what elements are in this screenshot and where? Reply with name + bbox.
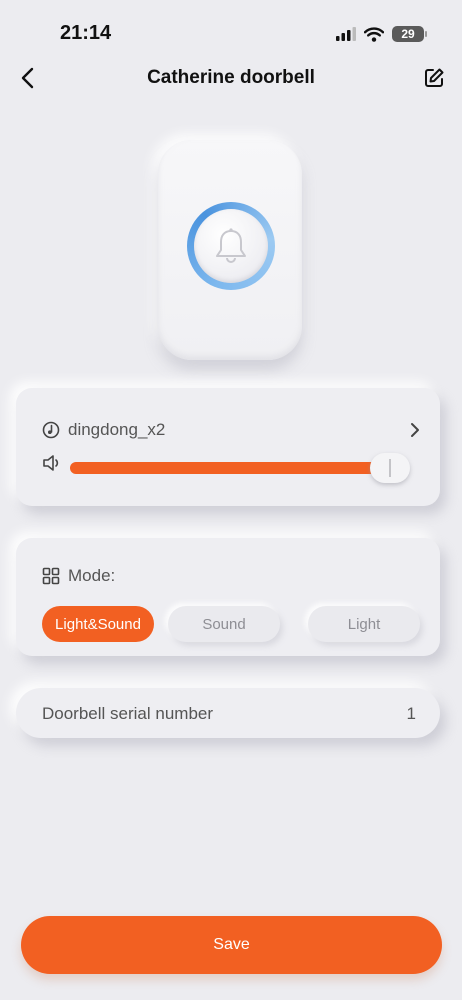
status-time: 21:14 xyxy=(60,22,112,44)
status-icons: 29 xyxy=(336,26,427,42)
mode-options: Light&Sound Sound Light xyxy=(42,606,422,642)
mode-light-button[interactable]: Light xyxy=(308,606,420,642)
sound-settings-card: dingdong_x2 xyxy=(16,388,440,506)
save-button[interactable]: Save xyxy=(21,916,442,974)
mode-header: Mode: xyxy=(42,566,115,586)
serial-number-label: Doorbell serial number xyxy=(42,704,214,723)
chevron-right-icon xyxy=(411,423,419,437)
mode-light-sound-button[interactable]: Light&Sound xyxy=(42,606,154,642)
volume-slider-thumb[interactable] xyxy=(370,453,410,483)
doorbell-button xyxy=(194,209,268,283)
mode-settings-card: Mode: Light&Sound Sound Light xyxy=(16,538,440,656)
edit-icon xyxy=(425,68,444,87)
status-bar: 21:14 29 xyxy=(0,0,462,62)
bell-icon xyxy=(216,228,246,263)
ringtone-selector[interactable]: dingdong_x2 xyxy=(42,420,420,440)
doorbell-ring xyxy=(187,202,275,290)
header: Catherine doorbell xyxy=(0,58,462,98)
wifi-icon xyxy=(364,26,384,42)
edit-button[interactable] xyxy=(420,64,448,92)
speaker-icon xyxy=(43,455,59,471)
grid-icon xyxy=(42,567,60,585)
mode-sound-button[interactable]: Sound xyxy=(168,606,280,642)
mode-label: Mode: xyxy=(68,566,116,585)
volume-slider[interactable] xyxy=(70,453,410,483)
volume-row xyxy=(42,453,424,483)
cellular-signal-icon xyxy=(336,27,356,41)
serial-number-value: 1 xyxy=(406,704,416,723)
serial-number-row[interactable]: Doorbell serial number 1 xyxy=(16,688,440,738)
page-title: Catherine doorbell xyxy=(147,67,315,88)
ringtone-name: dingdong_x2 xyxy=(68,420,166,439)
doorbell-device-image xyxy=(158,140,302,360)
music-note-icon xyxy=(42,421,60,439)
battery-indicator: 29 xyxy=(392,26,427,42)
